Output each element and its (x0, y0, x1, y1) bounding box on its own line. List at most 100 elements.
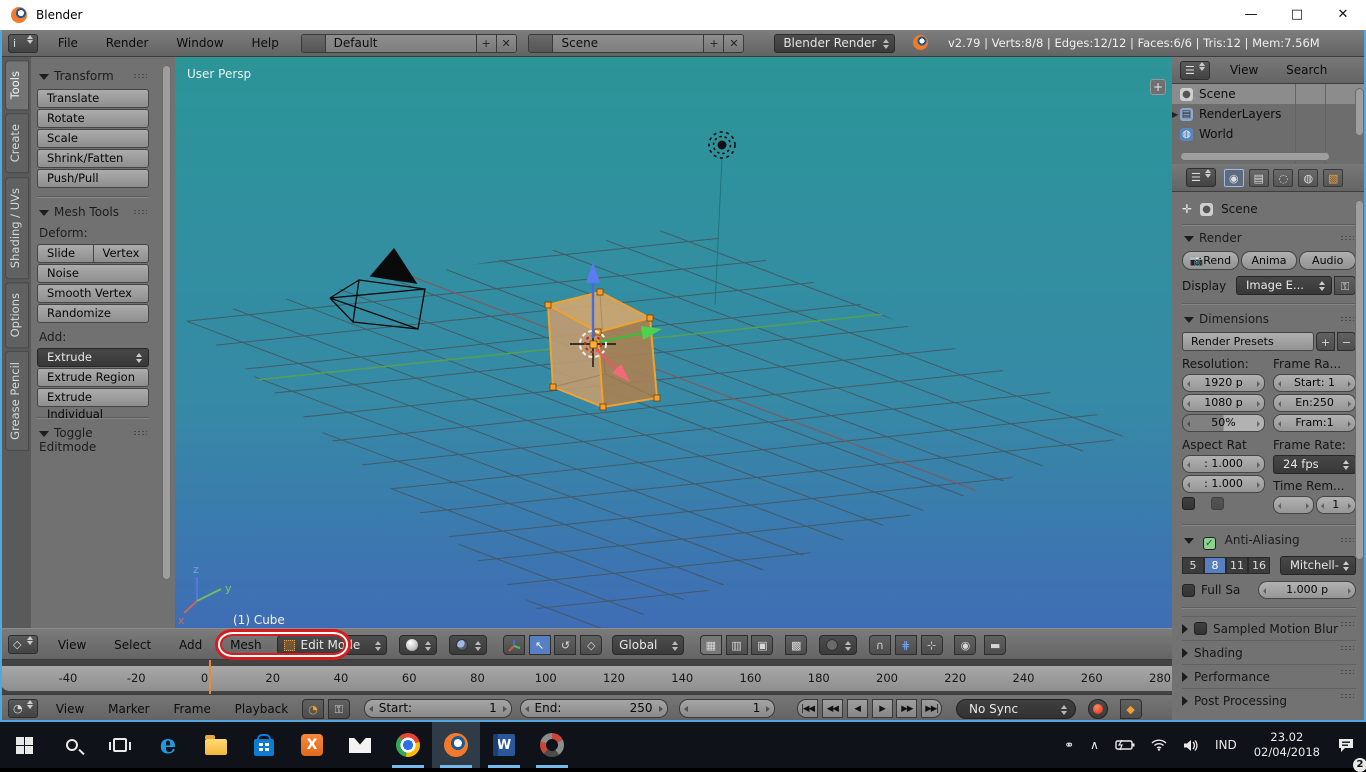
panel-drag-grip[interactable] (1340, 621, 1354, 627)
orientation-dropdown[interactable]: Global (612, 635, 685, 655)
aa-samples-11-button[interactable]: 11 (1226, 557, 1248, 574)
panel-drag-grip[interactable] (1340, 669, 1354, 675)
panel-drag-grip[interactable] (133, 430, 147, 436)
pin-icon[interactable]: ✛ (1182, 202, 1192, 216)
manipulator-translate-button[interactable]: ↖ (528, 635, 551, 655)
noise-button[interactable]: Noise (37, 264, 149, 283)
frame-start-prop-field[interactable]: Start: 1 (1273, 374, 1356, 392)
panel-header-toggle-editmode[interactable]: Toggle Editmode (39, 426, 149, 454)
slide-edge-button[interactable]: Slide Ed (37, 244, 94, 277)
screen-layout-name[interactable]: Default (326, 35, 476, 52)
taskbar-search-button[interactable] (48, 722, 96, 768)
select-mode-vertex-button[interactable]: ▦ (699, 635, 722, 655)
render-presets-dropdown[interactable]: Render Presets (1182, 332, 1314, 351)
aa-samples-8-button[interactable]: 8 (1204, 557, 1226, 574)
world-context-icon[interactable]: ◍ (1298, 169, 1319, 187)
render-animation-button[interactable]: Anima (1240, 251, 1298, 270)
remap-new-field[interactable]: 1 (1315, 496, 1356, 514)
sync-mode-dropdown[interactable]: No Sync (955, 699, 1076, 719)
panel-header-transform[interactable]: Transform (39, 69, 149, 83)
taskbar-file-explorer[interactable] (192, 722, 240, 768)
aa-samples-16-button[interactable]: 16 (1248, 557, 1270, 574)
render-layers-context-icon[interactable]: ▤ (1248, 169, 1269, 187)
panel-drag-grip[interactable] (1340, 316, 1354, 322)
outliner-menu-view[interactable]: View (1218, 57, 1270, 83)
frame-step-field[interactable]: Fram:1 (1273, 414, 1356, 432)
full-sample-checkbox[interactable] (1182, 583, 1195, 597)
tray-chevron-icon[interactable]: ∧ (1083, 722, 1106, 768)
aa-filter-dropdown[interactable]: Mitchell- (1280, 556, 1356, 575)
screen-layout-delete-button[interactable]: ✕ (495, 35, 516, 52)
limit-visible-button[interactable]: ▩ (785, 635, 808, 655)
aa-samples-5-button[interactable]: 5 (1182, 557, 1204, 574)
current-frame-field[interactable]: 1 (679, 699, 776, 718)
aspect-y-field[interactable]: : 1.000 (1182, 475, 1265, 493)
scene-delete-button[interactable]: ✕ (723, 35, 744, 52)
taskbar-blender[interactable] (432, 722, 480, 768)
display-lock-button[interactable]: ⚿ (1334, 276, 1356, 295)
screen-layout-add-button[interactable]: + (475, 35, 496, 52)
select-mode-edge-button[interactable]: ▥ (725, 635, 748, 655)
screen-layout-selector[interactable]: Default + ✕ (300, 34, 517, 53)
shrink-fatten-button[interactable]: Shrink/Fatten (37, 149, 149, 168)
menu-window[interactable]: Window (164, 30, 235, 57)
panel-drag-grip[interactable] (1340, 645, 1354, 651)
proportional-edit-dropdown[interactable] (819, 635, 858, 655)
outliner-item-scene[interactable]: ● Scene (1172, 84, 1366, 104)
resolution-percentage-slider[interactable]: 50% (1182, 414, 1265, 432)
frame-end-prop-field[interactable]: En:250 (1273, 394, 1356, 412)
render-still-button[interactable]: 📷Rend (1182, 251, 1239, 270)
panel-drag-grip[interactable] (133, 209, 147, 215)
translate-button[interactable]: Translate (37, 89, 149, 108)
extrude-individual-button[interactable]: Extrude Individual (37, 388, 149, 421)
panel-drag-grip[interactable] (133, 73, 147, 79)
snap-element-dropdown[interactable]: ⋕ (894, 635, 917, 655)
keying-set-dropdown[interactable]: ◆ (1119, 699, 1142, 719)
menu-render[interactable]: Render (94, 30, 161, 57)
play-reverse-button[interactable]: ◀ (846, 699, 868, 718)
snap-toggle-button[interactable]: ∩ (868, 635, 891, 655)
next-keyframe-button[interactable]: ▶▶ (896, 699, 918, 718)
select-mode-face-button[interactable]: ▣ (751, 635, 774, 655)
opengl-render-anim-button[interactable]: ▬ (984, 635, 1007, 655)
language-indicator[interactable]: IND (1208, 722, 1244, 768)
render-context-icon[interactable]: ◉ (1223, 169, 1244, 187)
panel-drag-grip[interactable] (1340, 693, 1354, 699)
opengl-render-button[interactable]: ◉ (954, 635, 977, 655)
editor-type-selector-timeline[interactable]: ◔ (8, 699, 38, 718)
display-mode-dropdown[interactable]: Image E... (1236, 276, 1332, 295)
panel-header-antialiasing[interactable]: ✓ Anti-Aliasing (1184, 533, 1356, 550)
manipulator-rotate-button[interactable]: ↺ (554, 635, 577, 655)
frame-end-field[interactable]: End: 250 (519, 699, 668, 718)
render-engine-dropdown[interactable]: Blender Render (774, 34, 896, 53)
tab-create[interactable]: Create (5, 113, 29, 174)
viewport-3d[interactable]: z y x User Persp (1) Cube + (175, 57, 1172, 640)
preset-remove-button[interactable]: − (1337, 332, 1356, 351)
randomize-button[interactable]: Randomize (37, 304, 149, 323)
task-view-button[interactable] (96, 722, 144, 768)
scene-context-icon[interactable]: ◌ (1273, 169, 1294, 187)
panel-drag-grip[interactable] (1340, 537, 1354, 543)
taskbar-edge[interactable]: e (144, 722, 192, 768)
scale-button[interactable]: Scale (37, 129, 149, 148)
menu-tl-playback[interactable]: Playback (225, 695, 299, 723)
resolution-y-field[interactable]: 1080 p (1182, 394, 1265, 412)
editor-type-selector-properties[interactable]: ☰ (1186, 168, 1216, 187)
menu-help[interactable]: Help (239, 30, 290, 57)
maximize-button[interactable]: □ (1274, 0, 1320, 30)
scene-selector[interactable]: Scene + ✕ (528, 34, 745, 53)
tab-shading-uvs[interactable]: Shading / UVs (5, 176, 29, 279)
taskbar-chrome[interactable] (384, 722, 432, 768)
crop-checkbox[interactable] (1211, 497, 1224, 510)
minimize-button[interactable]: — (1228, 0, 1274, 30)
panel-header-render[interactable]: Render (1184, 231, 1356, 245)
menu-file[interactable]: File (46, 30, 90, 57)
lock-frame-button[interactable]: ⚿ (327, 699, 350, 719)
menu-select[interactable]: Select (102, 629, 163, 661)
panel-header-shading[interactable]: Shading (1182, 640, 1356, 664)
push-pull-button[interactable]: Push/Pull (37, 169, 149, 188)
menu-tl-view[interactable]: View (46, 695, 94, 723)
notification-center-button[interactable]: 2 (1330, 722, 1366, 772)
object-context-icon[interactable]: ▧ (1323, 169, 1344, 187)
outliner-item-world[interactable]: ◍ World (1172, 124, 1366, 144)
